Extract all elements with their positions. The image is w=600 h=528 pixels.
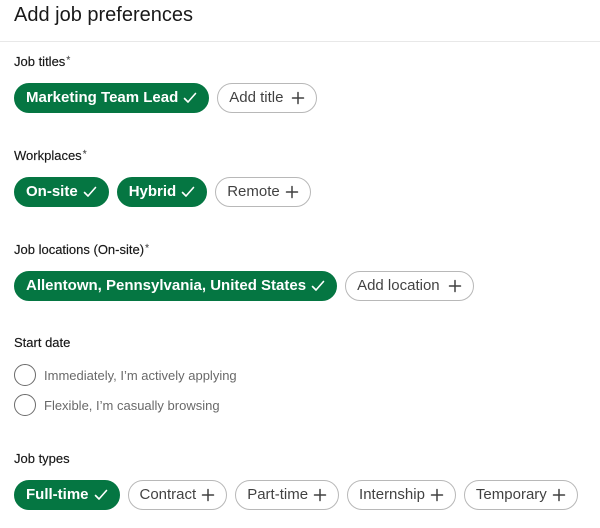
workplaces-label-text: Workplaces — [14, 148, 82, 163]
check-icon — [83, 185, 97, 199]
job-titles-section: Job titles* Marketing Team Lead Add titl… — [14, 52, 600, 113]
chip-label: Remote — [227, 183, 280, 200]
chip-on-site[interactable]: On-site — [14, 177, 109, 207]
chip-label: Contract — [139, 486, 197, 503]
required-mark: * — [82, 149, 87, 160]
radio-button[interactable] — [14, 394, 36, 416]
chip-remote[interactable]: Remote — [215, 177, 311, 207]
check-icon — [94, 488, 108, 502]
radio-button[interactable] — [14, 364, 36, 386]
job-locations-label: Job locations (On-site)* — [14, 240, 600, 259]
start-date-section: Start date Immediately, I’m actively app… — [14, 334, 600, 418]
chip-label: Marketing Team Lead — [26, 89, 179, 106]
start-date-options: Immediately, I’m actively applying Flexi… — [14, 362, 600, 418]
chip-hybrid[interactable]: Hybrid — [116, 177, 208, 207]
job-locations-chips: Allentown, Pennsylvania, United States A… — [14, 271, 600, 301]
radio-label: Immediately, I’m actively applying — [44, 367, 237, 383]
required-mark: * — [66, 55, 71, 66]
plus-icon — [430, 488, 444, 502]
job-locations-section: Job locations (On-site)* Allentown, Penn… — [14, 240, 600, 301]
job-titles-label: Job titles* — [14, 52, 600, 71]
chip-part-time[interactable]: Part-time — [235, 480, 340, 510]
start-date-option-immediately[interactable]: Immediately, I’m actively applying — [14, 362, 600, 388]
plus-icon — [448, 279, 462, 293]
plus-icon — [291, 91, 305, 105]
add-location-button[interactable]: Add location — [345, 271, 474, 301]
chip-label: Temporary — [475, 486, 547, 503]
workplaces-label: Workplaces* — [14, 146, 600, 165]
chip-label: Add title — [229, 89, 284, 106]
chip-internship[interactable]: Internship — [347, 480, 456, 510]
job-titles-chips: Marketing Team Lead Add title — [14, 83, 600, 113]
plus-icon — [313, 488, 327, 502]
chip-allentown[interactable]: Allentown, Pennsylvania, United States — [14, 271, 338, 301]
plus-icon — [552, 488, 566, 502]
job-locations-label-text: Job locations (On-site) — [14, 242, 145, 257]
chip-label: Add location — [357, 277, 440, 294]
workplaces-chips: On-site Hybrid Remote — [14, 177, 600, 207]
chip-contract[interactable]: Contract — [127, 480, 228, 510]
radio-label: Flexible, I’m casually browsing — [44, 397, 220, 413]
chip-temporary[interactable]: Temporary — [463, 480, 578, 510]
required-mark: * — [145, 243, 149, 254]
job-types-chips: Full-time Contract Part-time Internship … — [14, 480, 600, 510]
check-icon — [181, 185, 195, 199]
start-date-label: Start date — [14, 335, 71, 350]
chip-label: Hybrid — [128, 183, 177, 200]
chip-label: On-site — [26, 183, 78, 200]
chip-full-time[interactable]: Full-time — [14, 480, 120, 510]
add-title-button[interactable]: Add title — [217, 83, 318, 113]
plus-icon — [201, 488, 215, 502]
chip-label: Internship — [359, 486, 425, 503]
plus-icon — [285, 185, 299, 199]
page-title: Add job preferences — [14, 4, 194, 26]
job-types-section: Job types Full-time Contract Part-time I… — [14, 450, 600, 510]
check-icon — [311, 279, 325, 293]
chip-label: Part-time — [247, 486, 309, 503]
check-icon — [183, 91, 197, 105]
chip-label: Allentown, Pennsylvania, United States — [26, 277, 307, 294]
job-titles-label-text: Job titles — [14, 54, 66, 69]
workplaces-section: Workplaces* On-site Hybrid Remote — [14, 146, 600, 207]
chip-marketing-team-lead[interactable]: Marketing Team Lead — [14, 83, 210, 113]
job-types-label: Job types — [14, 451, 70, 466]
modal-header: Add job preferences — [0, 0, 600, 42]
start-date-option-flexible[interactable]: Flexible, I’m casually browsing — [14, 392, 600, 418]
chip-label: Full-time — [26, 486, 89, 503]
